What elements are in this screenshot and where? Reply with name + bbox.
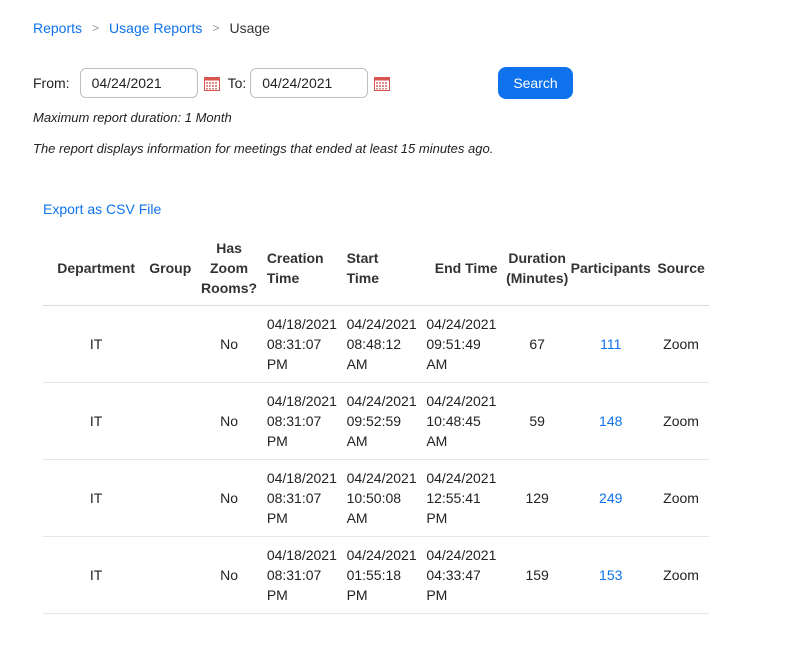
department-cell: IT	[43, 382, 150, 460]
column-header-group: Group	[149, 231, 192, 306]
duration-cell: 59	[506, 382, 569, 460]
end-time-cell: 04/24/2021 09:51:49 AM	[426, 305, 507, 383]
column-header-participants: Participants	[568, 231, 654, 306]
breadcrumb-reports-link[interactable]: Reports	[33, 20, 82, 36]
participants-link[interactable]: 148	[599, 413, 622, 429]
from-date-input[interactable]	[79, 68, 198, 98]
start-time-cell: 04/24/2021 08:48:12 AM	[346, 305, 427, 383]
participants-cell: 153	[568, 536, 654, 614]
start-time-cell: 04/24/2021 10:50:08 AM	[346, 459, 427, 537]
column-header-department: Department	[43, 231, 150, 306]
zoom-rooms-cell: No	[191, 305, 267, 383]
table-row: IT No 04/18/2021 08:31:07 PM 04/24/2021 10:…	[43, 459, 709, 537]
table-header-row: Department Group Has Zoom Rooms? Creatio…	[43, 231, 709, 306]
table-row: IT No 04/18/2021 08:31:07 PM 04/24/2021 08:…	[43, 305, 709, 383]
breadcrumb-usage-reports-link[interactable]: Usage Reports	[109, 20, 202, 36]
search-button[interactable]: Search	[498, 67, 573, 99]
participants-cell: 249	[568, 459, 654, 537]
end-time-cell: 04/24/2021 12:55:41 PM	[426, 459, 507, 537]
breadcrumb: Reports > Usage Reports > Usage	[33, 20, 270, 36]
zoom-rooms-cell: No	[191, 459, 267, 537]
source-cell: Zoom	[653, 305, 709, 383]
column-header-source: Source	[653, 231, 709, 306]
source-cell: Zoom	[653, 459, 709, 537]
start-time-cell: 04/24/2021 09:52:59 AM	[346, 382, 427, 460]
participants-cell: 148	[568, 382, 654, 460]
to-label: To:	[227, 75, 247, 91]
column-header-duration: Duration (Minutes)	[506, 231, 569, 306]
source-cell: Zoom	[653, 536, 709, 614]
creation-time-cell: 04/18/2021 08:31:07 PM	[266, 536, 347, 614]
report-info-note: The report displays information for meet…	[33, 141, 494, 156]
date-range-filter: From: To:	[33, 67, 398, 99]
participants-cell: 111	[568, 305, 654, 383]
end-time-cell: 04/24/2021 04:33:47 PM	[426, 536, 507, 614]
source-cell: Zoom	[653, 382, 709, 460]
table-row: IT No 04/18/2021 08:31:07 PM 04/24/2021 01:…	[43, 536, 709, 614]
column-header-zoom-rooms: Has Zoom Rooms?	[191, 231, 267, 306]
department-cell: IT	[43, 536, 150, 614]
to-date-input[interactable]	[250, 68, 369, 98]
breadcrumb-separator: >	[212, 21, 220, 35]
department-cell: IT	[43, 305, 150, 383]
group-cell	[149, 536, 192, 614]
column-header-creation-time: Creation Time	[266, 231, 347, 306]
end-time-cell: 04/24/2021 10:48:45 AM	[426, 382, 507, 460]
calendar-icon[interactable]	[203, 76, 220, 91]
participants-link[interactable]: 153	[599, 567, 622, 583]
department-cell: IT	[43, 459, 150, 537]
table-row: IT No 04/18/2021 08:31:07 PM 04/24/2021 09:…	[43, 382, 709, 460]
export-csv-link[interactable]: Export as CSV File	[43, 201, 161, 217]
group-cell	[149, 382, 192, 460]
column-header-end-time: End Time	[426, 231, 507, 306]
column-header-start-time: Start Time	[346, 231, 427, 306]
start-time-cell: 04/24/2021 01:55:18 PM	[346, 536, 427, 614]
max-duration-note: Maximum report duration: 1 Month	[33, 110, 232, 125]
duration-cell: 159	[506, 536, 569, 614]
creation-time-cell: 04/18/2021 08:31:07 PM	[266, 459, 347, 537]
creation-time-cell: 04/18/2021 08:31:07 PM	[266, 305, 347, 383]
breadcrumb-separator: >	[92, 21, 100, 35]
participants-link[interactable]: 249	[599, 490, 622, 506]
creation-time-cell: 04/18/2021 08:31:07 PM	[266, 382, 347, 460]
participants-link[interactable]: 111	[600, 336, 621, 352]
group-cell	[149, 305, 192, 383]
breadcrumb-current: Usage	[229, 20, 270, 36]
zoom-rooms-cell: No	[191, 536, 267, 614]
calendar-icon[interactable]	[374, 76, 391, 91]
duration-cell: 67	[506, 305, 569, 383]
from-label: From:	[33, 75, 70, 91]
usage-report-table: Department Group Has Zoom Rooms? Creatio…	[43, 231, 709, 614]
zoom-rooms-cell: No	[191, 382, 267, 460]
duration-cell: 129	[506, 459, 569, 537]
group-cell	[149, 459, 192, 537]
